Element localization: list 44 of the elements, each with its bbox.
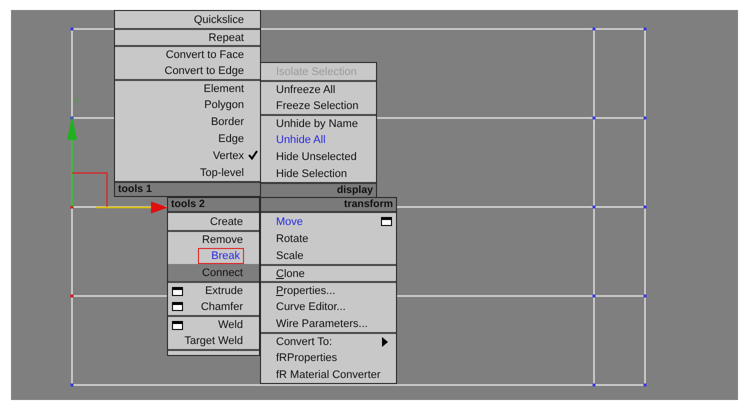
menu-item[interactable]: fRProperties (261, 349, 396, 366)
menu-item[interactable]: Remove (168, 230, 259, 247)
menu-header: display (261, 182, 376, 197)
menu-item[interactable]: Connect (168, 264, 259, 281)
menu-item[interactable]: Convert to Face (115, 45, 260, 62)
menu-item[interactable]: Polygon (115, 96, 260, 113)
axis-label: y (74, 95, 78, 105)
menu-item[interactable]: Wire Parameters... (261, 315, 396, 332)
menu-item[interactable]: Target Weld (168, 332, 259, 349)
menu-item[interactable]: Chamfer (168, 298, 259, 315)
menu-item[interactable]: Edge (115, 130, 260, 147)
menu-item[interactable]: Top-level (115, 164, 260, 181)
menu-item[interactable]: Properties... (261, 281, 396, 298)
menu-item[interactable]: Vertex (115, 147, 260, 164)
menu-item[interactable]: Create (168, 213, 259, 230)
option-box-icon[interactable] (172, 287, 183, 296)
menu-item[interactable]: Break (168, 247, 259, 264)
menu-item[interactable]: Weld (168, 315, 259, 332)
menu-item[interactable]: Border (115, 113, 260, 130)
menu-item[interactable]: Freeze Selection (261, 97, 376, 114)
menu-item[interactable]: Convert To: (261, 332, 396, 349)
axis-plane-bracket (71, 172, 108, 208)
menu-item[interactable]: Unfreeze All (261, 80, 376, 97)
menu-item[interactable]: Hide Selection (261, 165, 376, 182)
option-box-icon[interactable] (172, 321, 183, 330)
option-box-icon[interactable] (172, 302, 183, 311)
menu-item[interactable]: Clone (261, 264, 396, 281)
menu-item[interactable]: Extrude (168, 281, 259, 298)
menu-item[interactable]: Rotate (261, 230, 396, 247)
menu-header: tools 1 (115, 181, 260, 196)
menu-item[interactable]: Move (261, 213, 396, 230)
menu-item[interactable]: Repeat (115, 28, 260, 45)
menu-item[interactable]: Scale (261, 247, 396, 264)
option-box-icon[interactable] (381, 217, 392, 226)
menu-header: tools 2 (168, 198, 259, 213)
menu-header: transform (261, 198, 396, 213)
menu-item[interactable]: Curve Editor... (261, 298, 396, 315)
menu-item[interactable]: Convert to Edge (115, 62, 260, 79)
viewport[interactable] (11, 10, 738, 400)
menu-item[interactable]: Unhide by Name (261, 114, 376, 131)
menu-item[interactable]: fR Material Converter (261, 366, 396, 383)
menu-item[interactable]: Unhide All (261, 131, 376, 148)
menu-item[interactable]: Quickslice (115, 11, 260, 28)
menu-item[interactable]: Hide Unselected (261, 148, 376, 165)
